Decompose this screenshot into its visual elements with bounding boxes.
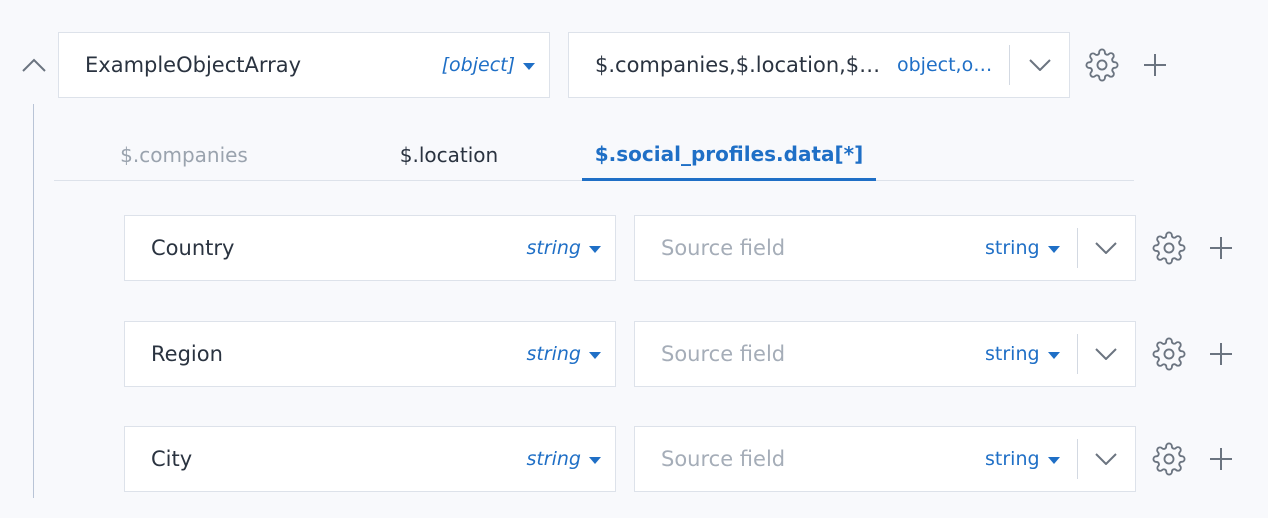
gear-icon [1152, 442, 1186, 476]
source-type-select[interactable]: string [985, 216, 1060, 280]
caret-down-icon [1047, 456, 1060, 464]
caret-down-icon [1047, 351, 1060, 359]
chevron-down-icon [1095, 348, 1117, 360]
plus-icon [1210, 343, 1232, 365]
root-type-select[interactable]: [object] [442, 33, 535, 97]
root-add-button[interactable] [1137, 47, 1173, 83]
plus-icon [1210, 237, 1232, 259]
chevron-down-icon [1029, 59, 1051, 71]
plus-icon [1144, 54, 1166, 76]
field-type-select[interactable]: string [526, 427, 601, 491]
chevron-down-icon [1095, 453, 1117, 465]
root-source-select[interactable]: $.companies,$.location,$… object,o… [568, 32, 1070, 98]
field-name: Country [151, 236, 235, 260]
caret-down-icon [589, 456, 601, 464]
field-add-button[interactable] [1203, 230, 1239, 266]
caret-down-icon [1047, 245, 1060, 253]
chevron-up-icon [22, 58, 46, 72]
tab-companies[interactable]: $.companies [94, 130, 274, 180]
field-settings-button[interactable] [1151, 336, 1187, 372]
field-name: City [151, 447, 193, 471]
field-type: string [526, 448, 581, 470]
root-source-path: $.companies,$.location,$… [595, 53, 881, 77]
source-type-select[interactable]: string [985, 322, 1060, 386]
field-settings-button[interactable] [1151, 230, 1187, 266]
root-type: [object] [441, 54, 515, 76]
mapping-editor: ExampleObjectArray [object] $.companies,… [0, 0, 1268, 518]
source-type: string [985, 343, 1040, 365]
source-field-placeholder: Source field [661, 342, 786, 366]
gear-icon [1152, 231, 1186, 265]
source-field-dropdown[interactable] [1077, 322, 1135, 386]
field-name-input[interactable]: Region string [124, 321, 616, 387]
source-tabs: $.companies $.location $.social_profiles… [54, 130, 1134, 181]
divider [1009, 45, 1010, 85]
root-source-dropdown[interactable] [1011, 33, 1069, 97]
field-add-button[interactable] [1203, 336, 1239, 372]
source-field-select[interactable]: Source field string [634, 426, 1136, 492]
tree-line [33, 104, 34, 498]
field-settings-button[interactable] [1151, 441, 1187, 477]
field-add-button[interactable] [1203, 441, 1239, 477]
tab-social-profiles[interactable]: $.social_profiles.data[*] [582, 130, 876, 181]
gear-icon [1152, 337, 1186, 371]
caret-down-icon [589, 351, 601, 359]
field-name-input[interactable]: Country string [124, 215, 616, 281]
source-field-placeholder: Source field [661, 447, 786, 471]
source-field-dropdown[interactable] [1077, 427, 1135, 491]
field-name-input[interactable]: City string [124, 426, 616, 492]
field-type: string [526, 237, 581, 259]
root-name: ExampleObjectArray [85, 53, 302, 77]
source-field-dropdown[interactable] [1077, 216, 1135, 280]
root-name-input[interactable]: ExampleObjectArray [object] [58, 32, 550, 98]
caret-down-icon [523, 62, 535, 70]
root-settings-button[interactable] [1084, 47, 1120, 83]
source-field-select[interactable]: Source field string [634, 321, 1136, 387]
source-type: string [985, 237, 1040, 259]
field-type-select[interactable]: string [526, 216, 601, 280]
source-field-select[interactable]: Source field string [634, 215, 1136, 281]
chevron-down-icon [1095, 242, 1117, 254]
field-type-select[interactable]: string [526, 322, 601, 386]
root-source-type-label: object,o… [897, 54, 993, 76]
field-type: string [526, 343, 581, 365]
field-name: Region [151, 342, 223, 366]
root-source-type[interactable]: object,o… [897, 33, 992, 97]
collapse-toggle[interactable] [20, 52, 48, 78]
source-type-select[interactable]: string [985, 427, 1060, 491]
plus-icon [1210, 448, 1232, 470]
source-field-placeholder: Source field [661, 236, 786, 260]
source-type: string [985, 448, 1040, 470]
tab-location[interactable]: $.location [364, 130, 534, 180]
caret-down-icon [589, 245, 601, 253]
gear-icon [1085, 48, 1119, 82]
